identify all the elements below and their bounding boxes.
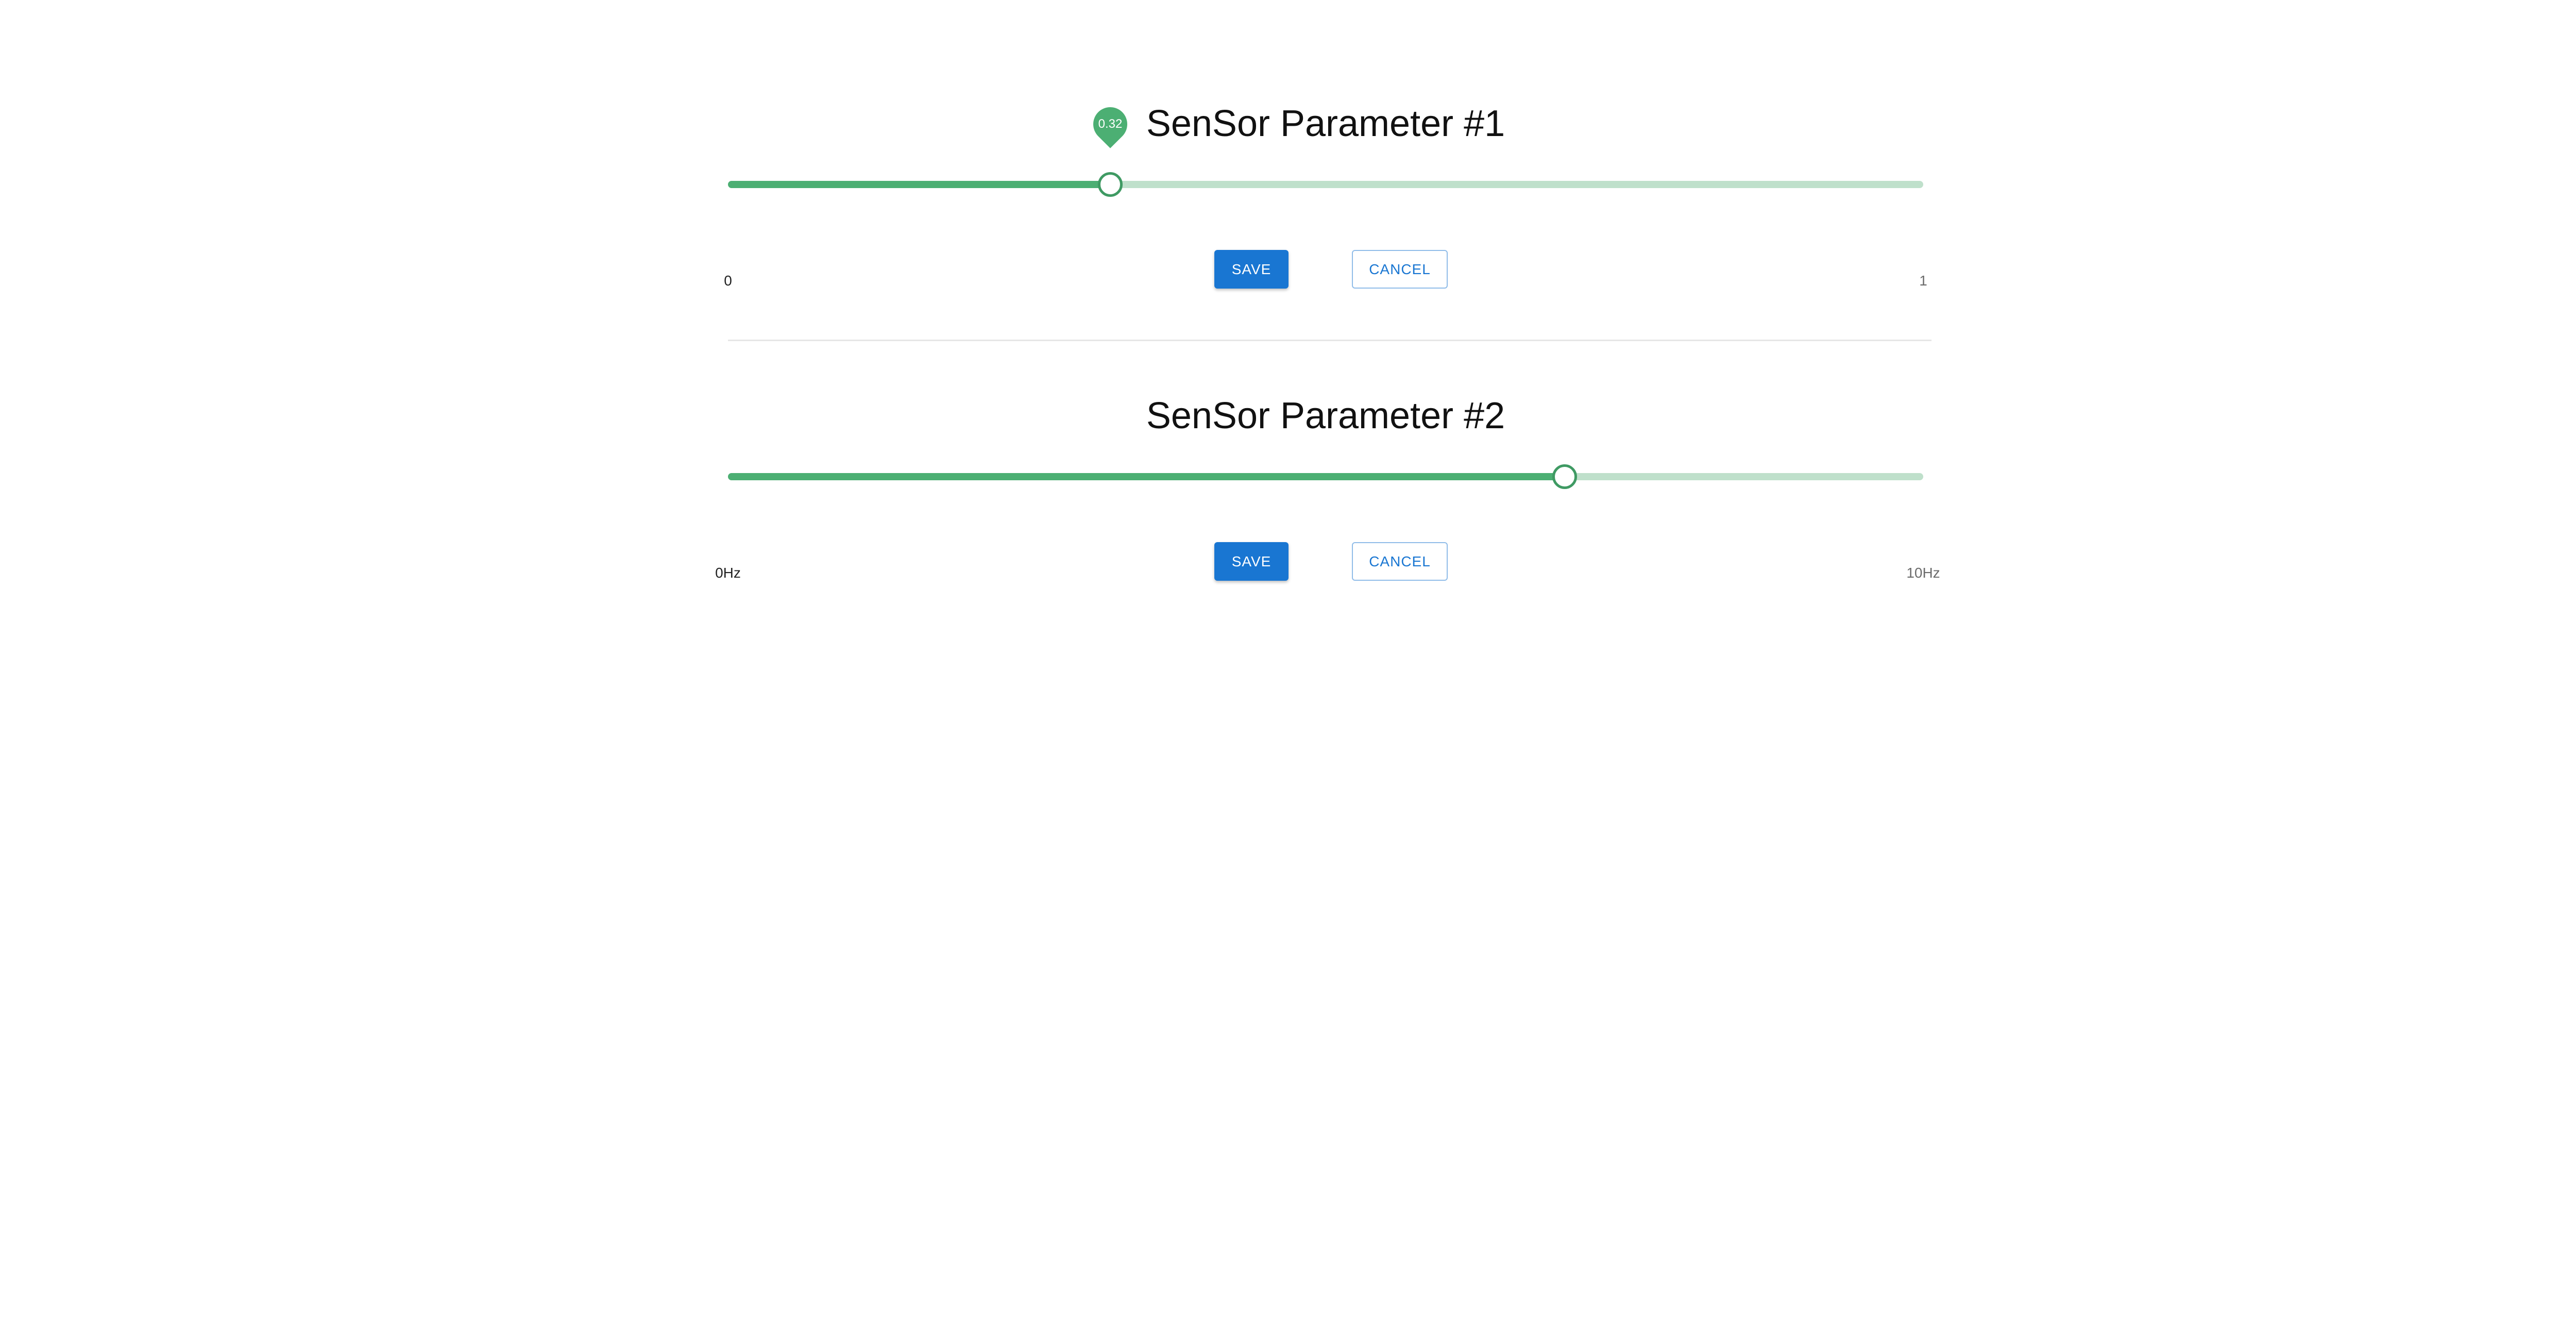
slider-track[interactable]	[728, 181, 1111, 188]
section-divider	[728, 340, 1931, 341]
sensor-parameter-2-title: SenSor Parameter #2	[1146, 395, 1505, 436]
sensor-parameter-2-slider[interactable]: 0Hz 10Hz	[715, 461, 1940, 581]
slider-value-text: 0.32	[1098, 117, 1123, 131]
slider-thumb[interactable]	[1552, 464, 1577, 489]
sensor-parameter-2-actions: SAVE CANCEL	[724, 542, 1927, 581]
slider-track[interactable]	[728, 473, 1565, 480]
save-button[interactable]: SAVE	[1214, 542, 1289, 581]
cancel-button[interactable]: CANCEL	[1352, 250, 1448, 289]
sensor-parameter-1-title: SenSor Parameter #1	[1146, 103, 1505, 144]
sensor-parameter-1-actions: SAVE CANCEL	[724, 250, 1927, 289]
save-button[interactable]: SAVE	[1214, 250, 1289, 289]
sensor-parameter-1-slider[interactable]: 0.32 0 1	[724, 100, 1927, 289]
slider-thumb[interactable]	[1098, 172, 1123, 197]
cancel-button[interactable]: CANCEL	[1352, 542, 1448, 581]
